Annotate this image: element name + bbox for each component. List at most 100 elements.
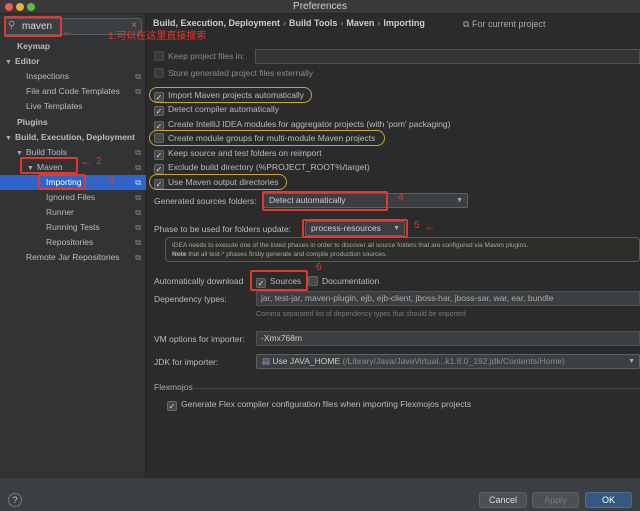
- checkbox-label: Exclude build directory (%PROJECT_ROOT%/…: [168, 162, 370, 172]
- close-window-icon[interactable]: [5, 3, 13, 11]
- checkbox-box[interactable]: ✓: [154, 164, 164, 174]
- breadcrumb-separator: ›: [283, 18, 287, 28]
- download-documentation-checkbox[interactable]: Documentation: [308, 275, 379, 288]
- sidebar-item-remote-jar-repositories[interactable]: Remote Jar Repositories ⧉: [0, 250, 146, 265]
- annotation-arrow-icon: ←: [424, 219, 436, 233]
- checkbox-label: Documentation: [322, 276, 380, 286]
- for-current-project-text: For current project: [471, 19, 546, 29]
- checkbox-box[interactable]: ✓: [154, 150, 164, 160]
- sidebar-item-label: Build, Execution, Deployment: [15, 132, 135, 142]
- sidebar-item-repositories[interactable]: Repositories ⧉: [0, 235, 146, 250]
- generated-sources-label: Generated sources folders:: [154, 196, 257, 206]
- checkbox-label: Keep source and test folders on reimport: [168, 148, 322, 158]
- breadcrumb-item: Importing: [383, 18, 425, 28]
- highlight-output-dirs: [149, 174, 287, 190]
- annotation-label-5: 5: [414, 220, 420, 231]
- sidebar-item-build-execution-deployment[interactable]: ▼ Build, Execution, Deployment: [0, 130, 146, 145]
- sidebar-item-file-code-templates[interactable]: File and Code Templates ⧉: [0, 84, 146, 99]
- header-divider: [147, 32, 640, 33]
- sidebar-item-label: Keymap: [17, 41, 51, 51]
- info-line: Note that all test-* phases firstly gene…: [172, 250, 633, 259]
- expand-arrow-icon[interactable]: ▼: [5, 131, 15, 146]
- project-scope-icon: ⧉: [135, 193, 141, 202]
- vm-options-label: VM options for importer:: [154, 334, 245, 344]
- dropdown-value: Use JAVA_HOME: [272, 356, 341, 366]
- project-scope-icon: ⧉: [135, 87, 141, 96]
- vm-options-field[interactable]: -Xmx768m: [256, 331, 640, 346]
- annotation-label-6: 6: [316, 262, 322, 273]
- checkbox-box[interactable]: [154, 68, 164, 78]
- sidebar-item-label: Running Tests: [46, 222, 100, 232]
- project-scope-icon: ⧉: [135, 223, 141, 232]
- jdk-importer-dropdown[interactable]: ▤ Use JAVA_HOME (/Library/Java/JavaVirtu…: [256, 354, 640, 369]
- keep-source-folders-checkbox[interactable]: ✓ Keep source and test folders on reimpor…: [154, 147, 322, 160]
- annotation-box-importing: [38, 174, 86, 190]
- annotation-box-sources: [250, 270, 308, 291]
- zoom-window-icon[interactable]: [27, 3, 35, 11]
- checkbox-box[interactable]: ✓: [167, 401, 177, 411]
- sidebar-item-live-templates[interactable]: Live Templates: [0, 99, 146, 114]
- section-divider: [194, 388, 640, 389]
- info-note-text: that all test-* phases firstly generate …: [186, 251, 387, 258]
- sidebar-item-runner[interactable]: Runner ⧉: [0, 205, 146, 220]
- expand-arrow-icon[interactable]: ▼: [5, 55, 15, 70]
- help-button[interactable]: ?: [8, 493, 22, 507]
- auto-download-label: Automatically download: [154, 276, 244, 286]
- phase-info-note: IDEA needs to execute one of the listed …: [165, 237, 640, 262]
- chevron-down-icon: ▼: [628, 358, 635, 365]
- project-scope-icon: ⧉: [135, 148, 141, 157]
- minimize-window-icon[interactable]: [16, 3, 24, 11]
- store-externally-checkbox[interactable]: Store generated project files externally: [154, 67, 313, 80]
- sidebar-item-label: Inspections: [26, 71, 69, 81]
- annotation-box-maven: [20, 157, 78, 174]
- importing-settings-panel: Build, Execution, Deployment › Build Tools…: [147, 14, 640, 477]
- sidebar-item-plugins[interactable]: Plugins: [0, 115, 146, 130]
- project-scope-icon: ⧉: [135, 163, 141, 172]
- dependency-types-field[interactable]: jar, test-jar, maven-plugin, ejb, ejb-cl…: [256, 291, 640, 306]
- sidebar-item-label: Live Templates: [26, 101, 83, 111]
- checkbox-label: Store generated project files externally: [168, 68, 314, 78]
- sidebar-item-editor[interactable]: ▼ Editor: [0, 54, 146, 69]
- annotation-label-4: 4: [398, 192, 404, 203]
- ok-button[interactable]: OK: [585, 492, 632, 508]
- sidebar-item-inspections[interactable]: Inspections ⧉: [0, 69, 146, 84]
- title-bar: Preferences: [0, 0, 640, 14]
- annotation-label-3: 3: [108, 176, 114, 187]
- keep-files-in-checkbox[interactable]: Keep project files in:: [154, 50, 245, 63]
- sidebar-item-label: Remote Jar Repositories: [26, 252, 120, 262]
- keep-files-path-field: [255, 49, 640, 64]
- checkbox-label: Create IntelliJ IDEA modules for aggrega…: [168, 119, 451, 129]
- breadcrumb-item: Build Tools: [289, 18, 338, 28]
- project-scope-icon: ⧉: [135, 178, 141, 187]
- annotation-arrow-icon: ←: [88, 174, 100, 188]
- sidebar-item-label: Plugins: [17, 117, 48, 127]
- sidebar-item-running-tests[interactable]: Running Tests ⧉: [0, 220, 146, 235]
- detect-compiler-checkbox[interactable]: ✓ Detect compiler automatically: [154, 103, 279, 116]
- project-scope-icon: ⧉: [135, 208, 141, 217]
- highlight-module-groups: [149, 130, 385, 146]
- annotation-box-phase: [302, 219, 408, 238]
- checkbox-box[interactable]: ✓: [154, 106, 164, 116]
- flexmojos-section-title: Flexmojos: [154, 382, 193, 392]
- checkbox-label: Generate Flex compiler configuration fil…: [181, 399, 472, 409]
- info-line: IDEA needs to execute one of the listed …: [172, 242, 529, 249]
- sidebar-item-ignored-files[interactable]: Ignored Files ⧉: [0, 190, 146, 205]
- checkbox-box[interactable]: [154, 51, 164, 61]
- generate-flex-config-checkbox[interactable]: ✓ Generate Flex compiler configuration fi…: [167, 398, 471, 411]
- checkbox-label: Keep project files in:: [168, 51, 245, 61]
- cancel-button[interactable]: Cancel: [479, 492, 527, 508]
- window-title: Preferences: [293, 1, 347, 12]
- project-scope-icon: ⧉: [135, 238, 141, 247]
- annotation-box-search: [4, 16, 62, 37]
- chevron-down-icon: ▼: [456, 197, 463, 204]
- project-scope-icon: ⧉: [463, 19, 470, 29]
- sidebar-item-label: Ignored Files: [46, 192, 96, 202]
- sidebar-item-label: Runner: [46, 207, 74, 217]
- sidebar-item-label: File and Code Templates: [26, 86, 120, 96]
- info-note-bold: Note: [172, 251, 187, 258]
- breadcrumb-separator: ›: [377, 18, 381, 28]
- checkbox-box[interactable]: [308, 276, 318, 286]
- apply-button[interactable]: Apply: [532, 492, 579, 508]
- for-current-project-label: ⧉ For current project: [463, 19, 545, 30]
- exclude-build-dir-checkbox[interactable]: ✓ Exclude build directory (%PROJECT_ROOT%…: [154, 161, 370, 174]
